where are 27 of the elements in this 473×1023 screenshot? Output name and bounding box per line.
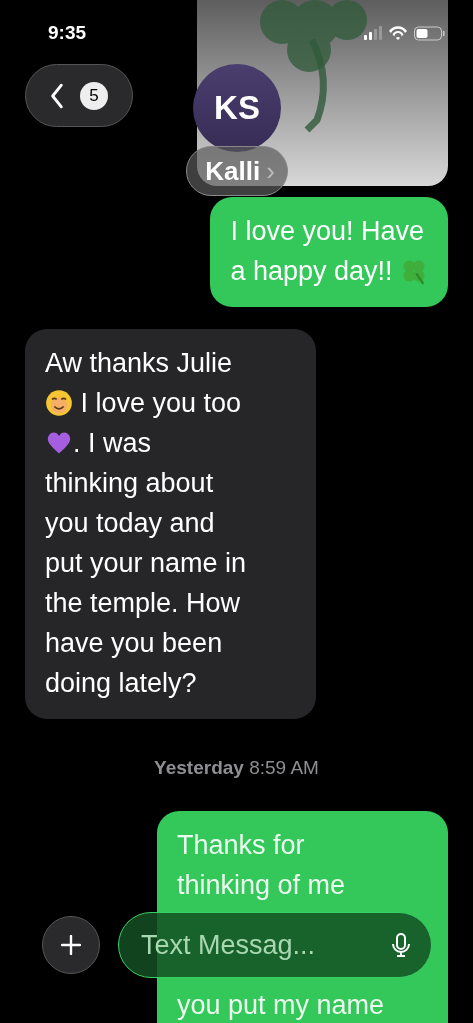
microphone-icon <box>390 932 412 958</box>
timestamp: Yesterday 8:59 AM <box>154 757 319 779</box>
contact-name-button[interactable]: Kalli › <box>186 146 288 196</box>
battery-icon <box>414 25 445 41</box>
plus-icon <box>61 935 81 955</box>
back-button[interactable]: 5 <box>25 64 133 127</box>
message-text: I love you! Have <box>230 215 424 248</box>
message-text: thinking about <box>45 467 214 500</box>
wifi-icon <box>388 26 408 40</box>
message-text: I love you too <box>79 387 242 420</box>
unread-badge: 5 <box>80 81 108 110</box>
message-text: a happy day!! <box>230 255 394 288</box>
signal-icon <box>364 26 382 40</box>
message-text: the temple. How <box>45 587 241 620</box>
message-text: have you been <box>45 627 223 660</box>
smiling-face-icon <box>45 389 73 417</box>
message-text: put your name in <box>45 547 247 580</box>
message-text: Thanks for <box>177 829 305 862</box>
message-text: doing lately? <box>45 667 197 700</box>
message-text: . I was <box>73 427 152 460</box>
message-text: thinking of me <box>177 869 346 902</box>
status-time: 9:35 <box>48 22 87 44</box>
message-text: you put my name <box>177 989 385 1022</box>
message-text: you today and <box>45 507 215 540</box>
message-input-field[interactable]: Text Messag... <box>118 912 432 978</box>
message-text: Aw thanks Julie <box>45 347 233 380</box>
back-icon <box>50 82 64 109</box>
